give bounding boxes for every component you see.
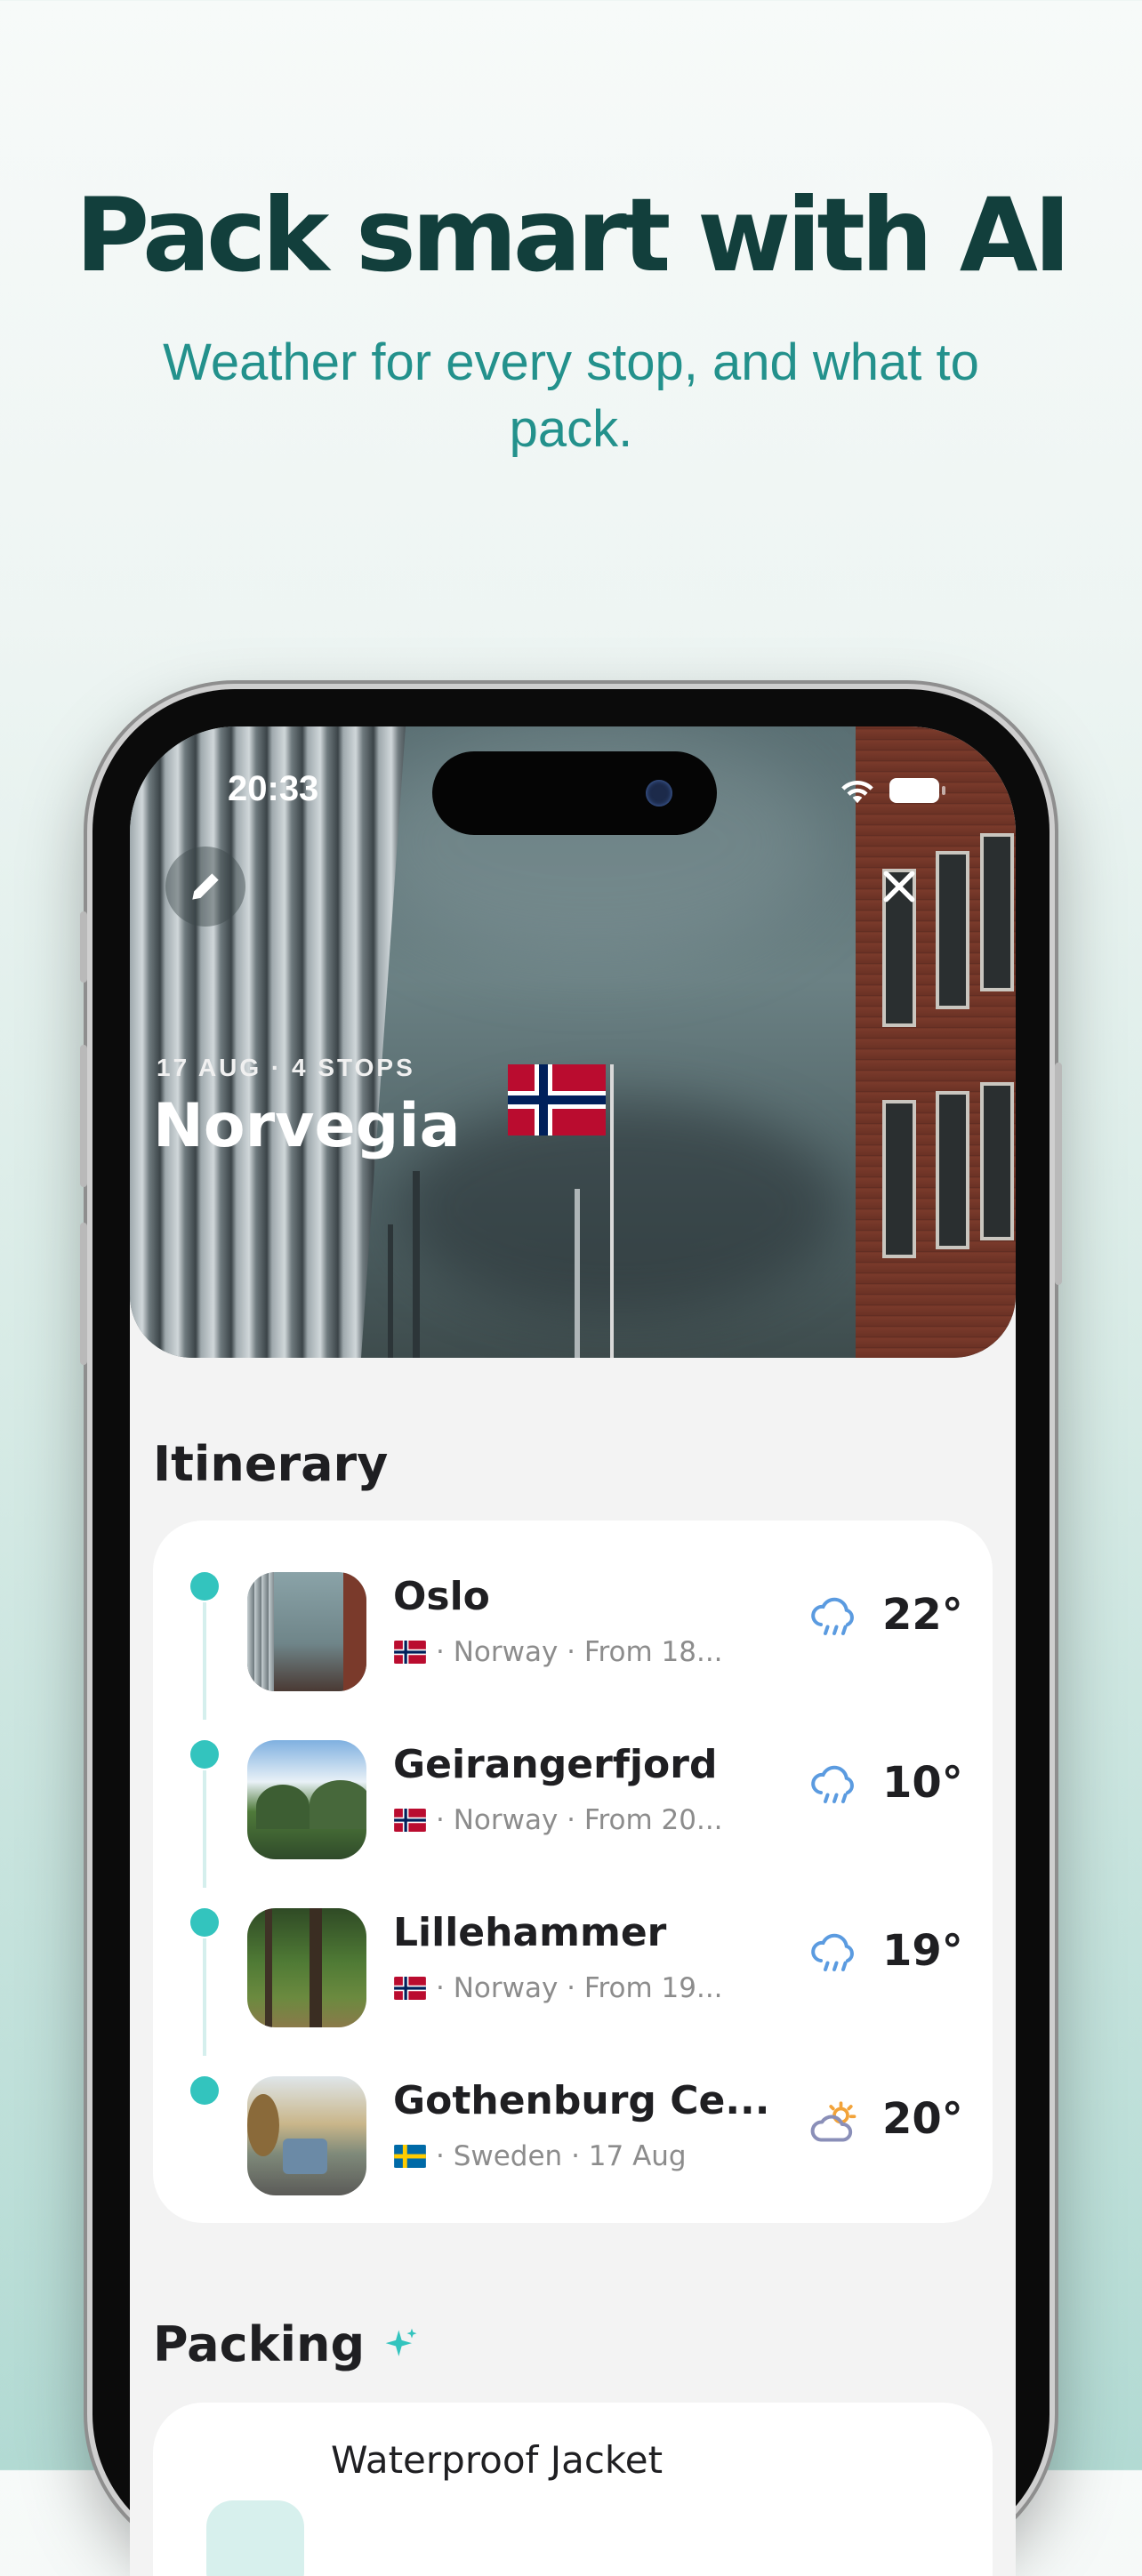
norway-flag-icon xyxy=(394,1641,426,1664)
stop-name: Oslo xyxy=(393,1574,490,1619)
building-left xyxy=(130,726,406,1358)
rain-cloud-icon xyxy=(811,1933,854,1971)
timeline-line xyxy=(203,1602,206,1720)
itinerary-card: Oslo · Norway · From 18... 22° Geiranger… xyxy=(153,1521,993,2223)
stop-detail-text: · Norway · From 19... xyxy=(436,1972,723,2004)
stop-temperature: 10° xyxy=(882,1758,963,1808)
packing-title: Packing xyxy=(153,2316,366,2372)
itinerary-stop[interactable]: Gothenburg Ce... · Sweden · 17 Aug 20° xyxy=(153,2060,993,2195)
packing-item-label[interactable]: Waterproof Jacket xyxy=(331,2438,663,2482)
trip-meta: 17 AUG · 4 STOPS xyxy=(157,1054,415,1081)
stop-thumbnail xyxy=(247,1908,366,2027)
phone-volume-down xyxy=(80,1223,87,1365)
trip-title: Norvegia xyxy=(153,1091,461,1161)
stop-detail-text: · Sweden · 17 Aug xyxy=(436,2140,687,2172)
edit-trip-button[interactable] xyxy=(165,847,245,927)
sweden-flag-icon xyxy=(394,2145,426,2168)
itinerary-stop[interactable]: Lillehammer · Norway · From 19... 19° xyxy=(153,1892,993,2056)
app-screen: 20:33 17 AUG · 4 STOPS Norvegia Itinerar… xyxy=(130,726,1016,2576)
timeline-line xyxy=(203,1770,206,1888)
stop-name: Geirangerfjord xyxy=(393,1742,718,1787)
stop-detail-text: · Norway · From 18... xyxy=(436,1636,723,1668)
pencil-icon xyxy=(192,873,219,900)
headline: Pack smart with AI xyxy=(75,176,1072,294)
timeline-dot xyxy=(190,1740,219,1769)
stop-thumbnail xyxy=(247,1572,366,1691)
phone-frame: 20:33 17 AUG · 4 STOPS Norvegia Itinerar… xyxy=(80,689,1062,2576)
stop-detail: · Norway · From 20... xyxy=(393,1804,723,1836)
rain-cloud-icon xyxy=(811,1765,854,1803)
packing-item-icon xyxy=(206,2500,304,2576)
norway-flag-icon xyxy=(508,1064,606,1136)
itinerary-stop[interactable]: Geirangerfjord · Norway · From 20... 10° xyxy=(153,1724,993,1888)
subheadline: Weather for every stop, and what to pack… xyxy=(163,333,979,458)
stop-name: Gothenburg Ce... xyxy=(393,2078,770,2123)
building-right xyxy=(856,726,1016,1358)
phone-side-button xyxy=(1055,1063,1062,1285)
close-icon xyxy=(883,871,915,903)
timeline-line xyxy=(203,1938,206,2056)
norway-flag-icon xyxy=(394,1809,426,1832)
stop-temperature: 19° xyxy=(882,1926,963,1976)
timeline-dot xyxy=(190,2076,219,2105)
battery-icon xyxy=(889,778,945,803)
partly-sunny-icon xyxy=(810,2101,856,2142)
stop-detail-text: · Norway · From 20... xyxy=(436,1804,723,1836)
packing-card: Waterproof Jacket xyxy=(153,2403,993,2576)
stop-detail: · Sweden · 17 Aug xyxy=(393,2140,687,2172)
stop-temperature: 20° xyxy=(882,2094,963,2144)
close-button[interactable] xyxy=(859,847,939,927)
norway-flag-icon xyxy=(394,1977,426,2000)
stop-name: Lillehammer xyxy=(393,1910,667,1955)
stop-detail: · Norway · From 19... xyxy=(393,1972,723,2004)
sparkle-icon xyxy=(385,2328,417,2356)
itinerary-stop[interactable]: Oslo · Norway · From 18... 22° xyxy=(153,1556,993,1720)
wifi-icon xyxy=(841,780,873,804)
dynamic-island xyxy=(432,751,717,835)
packing-header: Packing xyxy=(153,2316,422,2372)
phone-volume-up xyxy=(80,1045,87,1187)
timeline-dot xyxy=(190,1572,219,1601)
status-icons xyxy=(838,776,945,805)
stop-thumbnail xyxy=(247,2076,366,2195)
status-time: 20:33 xyxy=(228,769,319,808)
rain-cloud-icon xyxy=(811,1597,854,1635)
timeline-dot xyxy=(190,1908,219,1937)
stop-temperature: 22° xyxy=(882,1590,963,1640)
phone-mute-switch xyxy=(80,911,87,983)
itinerary-title: Itinerary xyxy=(153,1436,389,1492)
stop-detail: · Norway · From 18... xyxy=(393,1636,723,1668)
stop-thumbnail xyxy=(247,1740,366,1859)
trip-hero-image: 20:33 17 AUG · 4 STOPS Norvegia xyxy=(130,726,1016,1358)
